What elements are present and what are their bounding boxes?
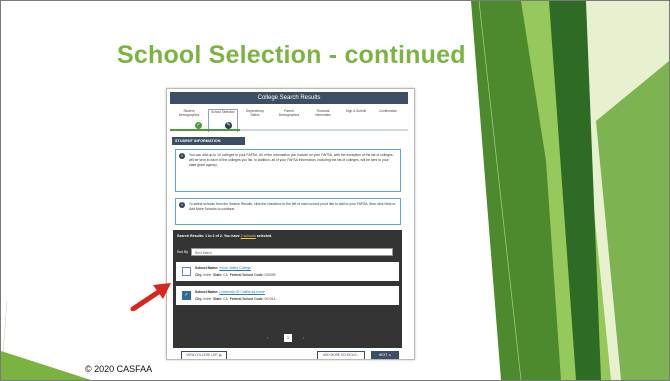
sort-select[interactable]: Best Match: [191, 248, 393, 256]
page-header: College Search Results: [170, 92, 408, 104]
step-dependency-status[interactable]: Dependency Status: [242, 109, 268, 117]
search-results-panel: Search Results: 1 to 2 of 2. You have 2 …: [173, 230, 402, 348]
school-row: ✓ School Name: University Of California-…: [176, 286, 399, 305]
add-more-schools-button[interactable]: ADD MORE SCHOOLS ⌕: [317, 351, 365, 359]
school-name-link[interactable]: Irvine Valley College: [219, 266, 251, 270]
pager-next-icon[interactable]: ›: [303, 334, 304, 342]
slide-footer: © 2020 CASFAA: [85, 364, 153, 374]
fafsa-screenshot: College Search Results Student Demograph…: [166, 88, 415, 360]
info-icon: i: [179, 153, 185, 159]
info-icon: i: [179, 202, 185, 208]
step-financial-information[interactable]: Financial Information: [310, 109, 336, 117]
view-college-list-button[interactable]: VIEW COLLEGE LIST ▤: [181, 351, 227, 359]
info-box-limit: i You can add up to 10 colleges to your …: [175, 149, 401, 192]
info-text-select: To select schools from the Search Result…: [189, 202, 396, 212]
red-arrow-icon: [130, 283, 171, 311]
section-title: STUDENT INFORMATION: [172, 137, 245, 145]
info-text-limit: You can add up to 10 colleges to your FA…: [189, 153, 394, 168]
step-student-demographics[interactable]: Student Demographics: [176, 109, 202, 117]
sort-label: Sort By: [177, 250, 189, 254]
page-number[interactable]: 1: [284, 334, 292, 342]
step-confirmation[interactable]: Confirmation: [374, 109, 402, 113]
pager-prev-icon[interactable]: ‹: [267, 334, 268, 342]
school-checkbox[interactable]: [182, 267, 191, 276]
school-name-link[interactable]: University Of California-Irvine: [219, 290, 265, 294]
progress-steps: Student Demographics School Selection De…: [170, 105, 408, 132]
selected-schools-link[interactable]: 2 schools: [241, 234, 256, 238]
results-summary: Search Results: 1 to 2 of 2. You have 2 …: [177, 234, 273, 238]
slide: School Selection - continued College Sea…: [0, 0, 670, 381]
school-checkbox-checked[interactable]: ✓: [182, 291, 191, 300]
next-button[interactable]: NEXT ➔: [371, 351, 399, 359]
info-box-select: i To select schools from the Search Resu…: [175, 198, 401, 225]
sort-row: Sort By Best Match: [177, 248, 396, 257]
school-row: School Name: Irvine Valley College City:…: [176, 262, 399, 281]
step-parent-demographics[interactable]: Parent Demographics: [276, 109, 302, 117]
slide-title: School Selection - continued: [117, 41, 466, 69]
check-icon: ✓: [195, 122, 202, 129]
edit-icon: ✎: [225, 122, 232, 129]
step-sign-submit[interactable]: Sign & Submit: [342, 109, 370, 113]
progress-bar: [170, 129, 408, 131]
pagination: ‹ 1 ›: [263, 334, 313, 342]
